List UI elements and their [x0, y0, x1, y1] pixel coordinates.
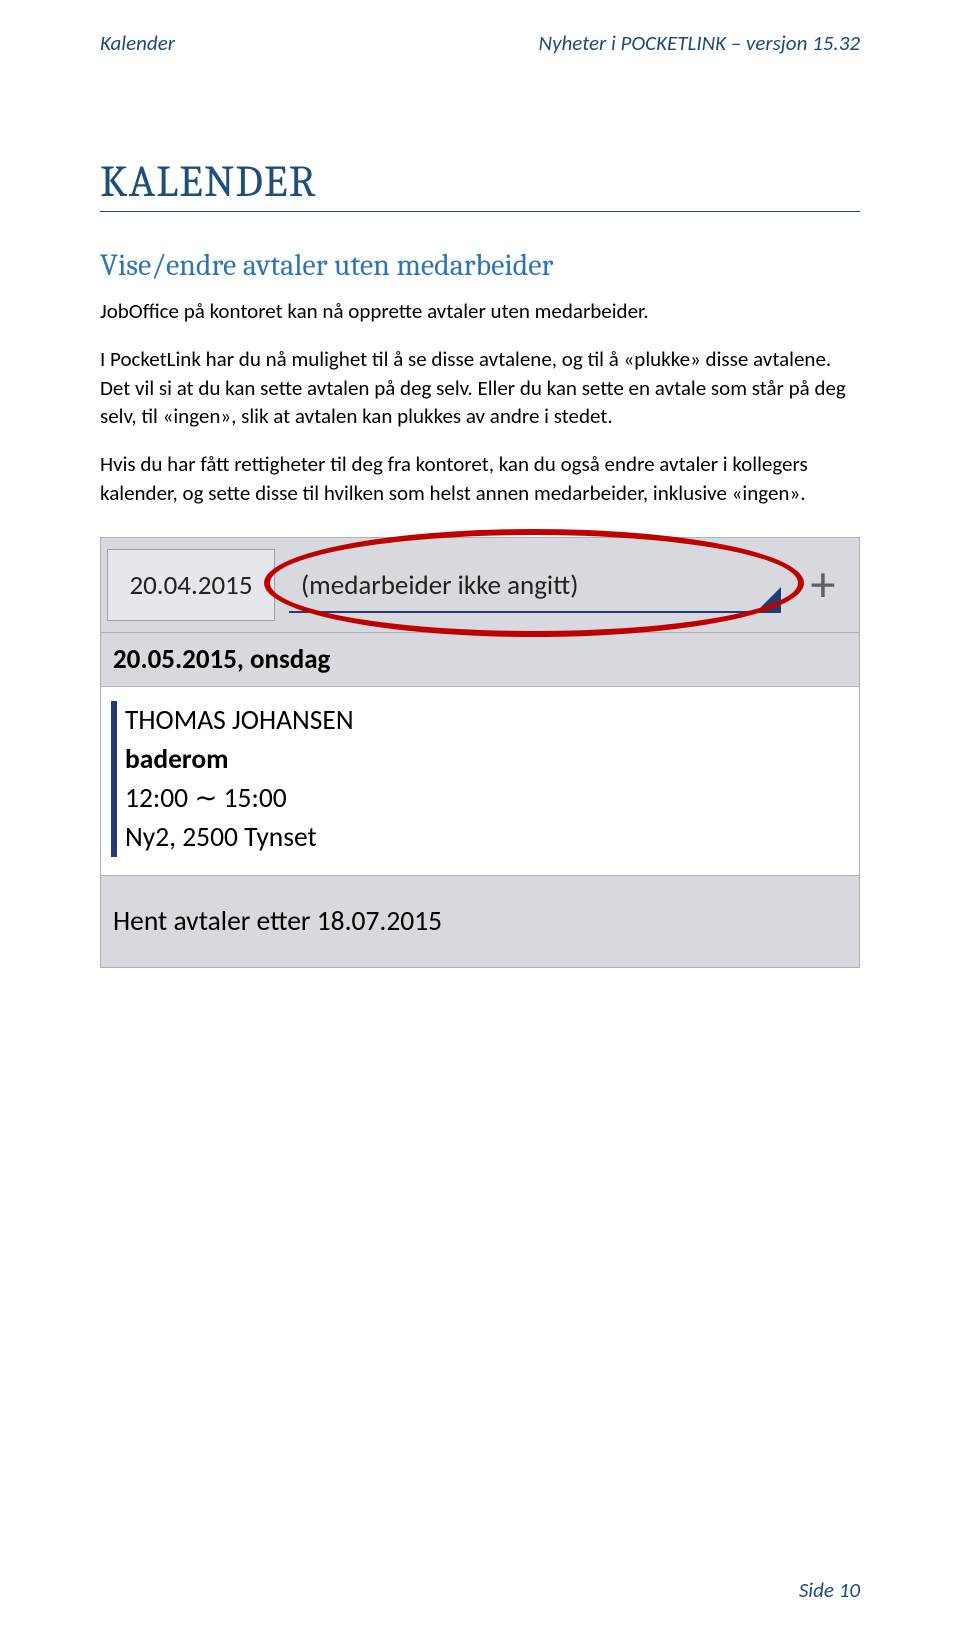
app-screenshot: 20.04.2015 (medarbeider ikke angitt) + 2…	[100, 537, 860, 968]
employee-dropdown-label: (medarbeider ikke angitt)	[289, 569, 578, 602]
employee-dropdown[interactable]: (medarbeider ikke angitt)	[289, 549, 785, 621]
dropdown-underline	[289, 611, 779, 613]
date-picker-button[interactable]: 20.04.2015	[107, 549, 275, 621]
fetch-more-button[interactable]: Hent avtaler etter 18.07.2015	[100, 876, 860, 968]
plus-icon: +	[811, 554, 836, 615]
add-appointment-button[interactable]: +	[793, 560, 853, 610]
calendar-toolbar: 20.04.2015 (medarbeider ikke angitt) +	[100, 537, 860, 633]
appointment-time: 12:00 ∼ 15:00	[125, 779, 849, 818]
page-title: KALENDER	[100, 156, 860, 212]
header-left: Kalender	[100, 30, 175, 56]
section-subtitle: Vise/endre avtaler uten medarbeider	[100, 248, 860, 283]
appointment-subject: baderom	[125, 740, 849, 779]
appointment-item[interactable]: THOMAS JOHANSEN baderom 12:00 ∼ 15:00 Ny…	[100, 687, 860, 876]
fetch-more-label: Hent avtaler etter 18.07.2015	[113, 905, 442, 938]
appointment-address: Ny2, 2500 Tynset	[125, 818, 849, 857]
dropdown-indicator-icon	[755, 587, 781, 613]
page-footer: Side 10	[799, 1577, 860, 1603]
date-picker-label: 20.04.2015	[129, 569, 252, 602]
day-header: 20.05.2015, onsdag	[100, 633, 860, 687]
paragraph-3: Hvis du har fått rettigheter til deg fra…	[100, 450, 860, 507]
paragraph-1: JobOffice på kontoret kan nå opprette av…	[100, 297, 860, 325]
paragraph-2: I PocketLink har du nå mulighet til å se…	[100, 345, 860, 430]
appointment-customer: THOMAS JOHANSEN	[125, 701, 849, 740]
header-right: Nyheter i POCKETLINK – versjon 15.32	[539, 30, 860, 56]
